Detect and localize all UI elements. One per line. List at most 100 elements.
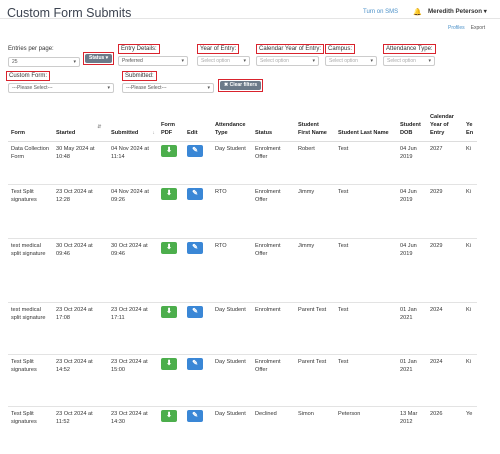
chevron-down-icon: ▾	[105, 55, 109, 61]
col-header-started[interactable]: Started ⇵	[53, 106, 108, 142]
year-entry-cell: Ki	[463, 183, 477, 238]
started-cell: 30 May 2024 at 10:48	[53, 140, 108, 184]
custom-form-select[interactable]: ---Please Select--- ▾	[8, 83, 114, 93]
clear-filters-button[interactable]: ✖ Clear filters	[220, 81, 262, 90]
edit-icon[interactable]: ✎	[187, 305, 203, 318]
col-header-last-name[interactable]: Student Last Name	[335, 106, 397, 142]
download-icon[interactable]: ⬇	[161, 144, 177, 157]
chevron-down-icon: ▾	[207, 85, 210, 91]
year-of-entry-placeholder: Select option	[201, 58, 230, 64]
last-name-cell: Test	[335, 237, 397, 302]
calendar-year-cell: 2029	[427, 237, 463, 302]
bell-icon[interactable]: 🔔	[413, 8, 422, 16]
campus-placeholder: Select option	[329, 58, 358, 64]
col-header-submitted[interactable]: Submitted ↓	[108, 106, 158, 142]
year-entry-cell: Ki	[463, 353, 477, 406]
download-icon[interactable]: ⬇	[161, 409, 177, 422]
dob-cell: 13 Mar 2012	[397, 405, 427, 451]
form-cell: Data Collection Form	[8, 140, 53, 184]
table-row[interactable]: Data Collection Form 30 May 2024 at 10:48…	[8, 140, 477, 184]
dob-cell: 04 Jun 2019	[397, 183, 427, 238]
download-icon[interactable]: ⬇	[161, 241, 177, 254]
attendance-type-label: Attendance Type:	[383, 44, 436, 54]
calendar-year-cell: 2024	[427, 353, 463, 406]
edit-icon[interactable]: ✎	[187, 187, 203, 200]
calendar-year-select[interactable]: Select option ▾	[256, 56, 319, 66]
table-row[interactable]: test medical split signature 23 Oct 2024 …	[8, 301, 477, 354]
col-header-form-pdf[interactable]: Form PDF	[158, 106, 184, 142]
submitted-value: ---Please Select---	[126, 85, 167, 91]
calendar-year-cell: 2024	[427, 301, 463, 354]
edit-icon[interactable]: ✎	[187, 144, 203, 157]
col-header-status[interactable]: Status	[252, 106, 295, 142]
chevron-down-icon: ▾	[370, 58, 373, 64]
status-button[interactable]: Status ▾	[85, 54, 113, 63]
user-menu[interactable]: Meredith Peterson ▾	[428, 8, 487, 15]
year-entry-cell: Ki	[463, 140, 477, 184]
chevron-down-icon: ▾	[73, 59, 76, 65]
sort-icon[interactable]: ⇵	[97, 123, 101, 131]
calendar-year-placeholder: Select option	[260, 58, 289, 64]
attendance-type-cell: RTO	[212, 183, 252, 238]
top-nav: Profiles Export	[448, 25, 491, 31]
submitted-cell: 04 Nov 2024 at 09:26	[108, 183, 158, 238]
chevron-down-icon: ▾	[243, 58, 246, 64]
table-row[interactable]: Test Split signatures 23 Oct 2024 at 14:5…	[8, 353, 477, 406]
col-header-dob[interactable]: Student DOB	[397, 106, 427, 142]
turn-on-sms-link[interactable]: Turn on SMS	[363, 9, 398, 15]
download-icon[interactable]: ⬇	[161, 305, 177, 318]
entry-details-label: Entry Details:	[118, 44, 160, 54]
entries-per-page-select[interactable]: 25 ▾	[8, 57, 80, 67]
col-header-submitted-label: Submitted	[111, 129, 139, 136]
year-entry-cell: Ki	[463, 301, 477, 354]
col-header-first-name[interactable]: Student First Name	[295, 106, 335, 142]
attendance-type-cell: Day Student	[212, 405, 252, 451]
last-name-cell: Test	[335, 140, 397, 184]
attendance-type-cell: Day Student	[212, 301, 252, 354]
col-header-year-entry[interactable]: Ye En	[463, 106, 477, 142]
edit-cell: ✎	[184, 140, 212, 184]
attendance-type-cell: Day Student	[212, 140, 252, 184]
status-cell: Enrolment Offer	[252, 140, 295, 184]
form-cell: test medical split signature	[8, 301, 53, 354]
edit-cell: ✎	[184, 405, 212, 451]
download-icon[interactable]: ⬇	[161, 357, 177, 370]
started-cell: 23 Oct 2024 at 11:52	[53, 405, 108, 451]
attendance-type-cell: RTO	[212, 237, 252, 302]
table-row[interactable]: Test Split signatures 23 Oct 2024 at 11:5…	[8, 405, 477, 451]
table-body: Data Collection Form 30 May 2024 at 10:48…	[8, 140, 477, 451]
download-icon[interactable]: ⬇	[161, 187, 177, 200]
custom-form-label: Custom Form:	[6, 71, 51, 81]
dob-cell: 04 Jun 2019	[397, 140, 427, 184]
close-icon: ✖	[224, 82, 229, 88]
edit-cell: ✎	[184, 353, 212, 406]
status-button-label: Status	[89, 55, 105, 61]
status-cell: Enrolment Offer	[252, 183, 295, 238]
profiles-link[interactable]: Profiles	[448, 25, 465, 31]
submitted-select[interactable]: ---Please Select--- ▾	[122, 83, 214, 93]
export-link[interactable]: Export	[471, 25, 485, 31]
form-cell: Test Split signatures	[8, 405, 53, 451]
edit-icon[interactable]: ✎	[187, 357, 203, 370]
campus-select[interactable]: Select option ▾	[325, 56, 377, 66]
year-of-entry-select[interactable]: Select option ▾	[197, 56, 250, 66]
col-header-started-label: Started	[56, 129, 76, 136]
form-pdf-cell: ⬇	[158, 183, 184, 238]
edit-icon[interactable]: ✎	[187, 241, 203, 254]
entry-details-select[interactable]: Preferred ▾	[118, 56, 188, 66]
attendance-type-select[interactable]: Select option ▾	[383, 56, 435, 66]
edit-icon[interactable]: ✎	[187, 409, 203, 422]
col-header-edit[interactable]: Edit	[184, 106, 212, 142]
col-header-calendar-year[interactable]: Calendar Year of Entry	[427, 106, 463, 142]
edit-cell: ✎	[184, 183, 212, 238]
col-header-attendance-type[interactable]: Attendance Type	[212, 106, 252, 142]
table-row[interactable]: test medical split signature 30 Oct 2024 …	[8, 237, 477, 302]
col-header-form[interactable]: Form	[8, 106, 53, 142]
campus-label: Campus:	[325, 44, 356, 54]
status-filter-highlight: Status ▾	[83, 52, 115, 65]
dob-cell: 01 Jan 2021	[397, 301, 427, 354]
submitted-cell: 30 Oct 2024 at 09:46	[108, 237, 158, 302]
table-row[interactable]: Test Split signatures 23 Oct 2024 at 12:2…	[8, 183, 477, 238]
last-name-cell: Test	[335, 301, 397, 354]
sort-down-icon[interactable]: ↓	[152, 129, 155, 137]
